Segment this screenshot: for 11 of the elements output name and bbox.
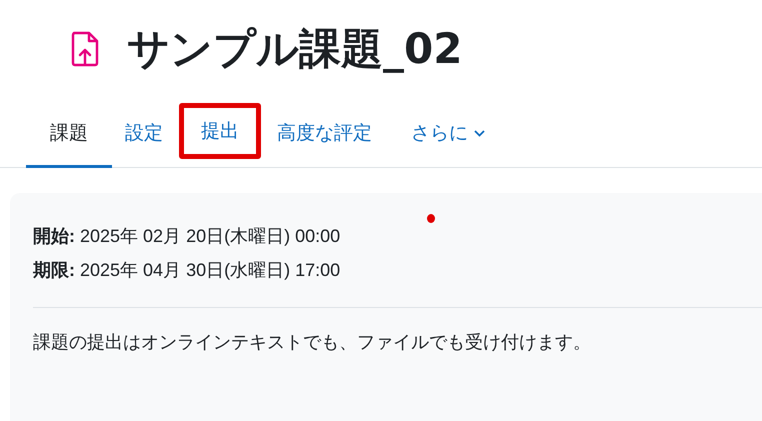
nav-tab[interactable]: さらに — [385, 101, 498, 168]
nav-tab[interactable]: 設定 — [112, 101, 176, 168]
date-line: 期限: 2025年 04月 30日(水曜日) 17:00 — [33, 259, 340, 282]
nav-tab[interactable]: 課題 — [26, 101, 112, 168]
chevron-down-icon — [474, 130, 485, 136]
description-text: 課題の提出はオンラインテキストでも、ファイルでも受け付けます。 — [33, 331, 592, 354]
nav-tab[interactable]: 提出 — [179, 103, 261, 159]
dot-icon — [427, 214, 435, 223]
file-upload-icon — [71, 31, 99, 67]
date-line: 開始: 2025年 02月 20日(木曜日) 00:00 — [33, 225, 340, 248]
nav-tab[interactable]: 高度な評定 — [264, 101, 385, 168]
